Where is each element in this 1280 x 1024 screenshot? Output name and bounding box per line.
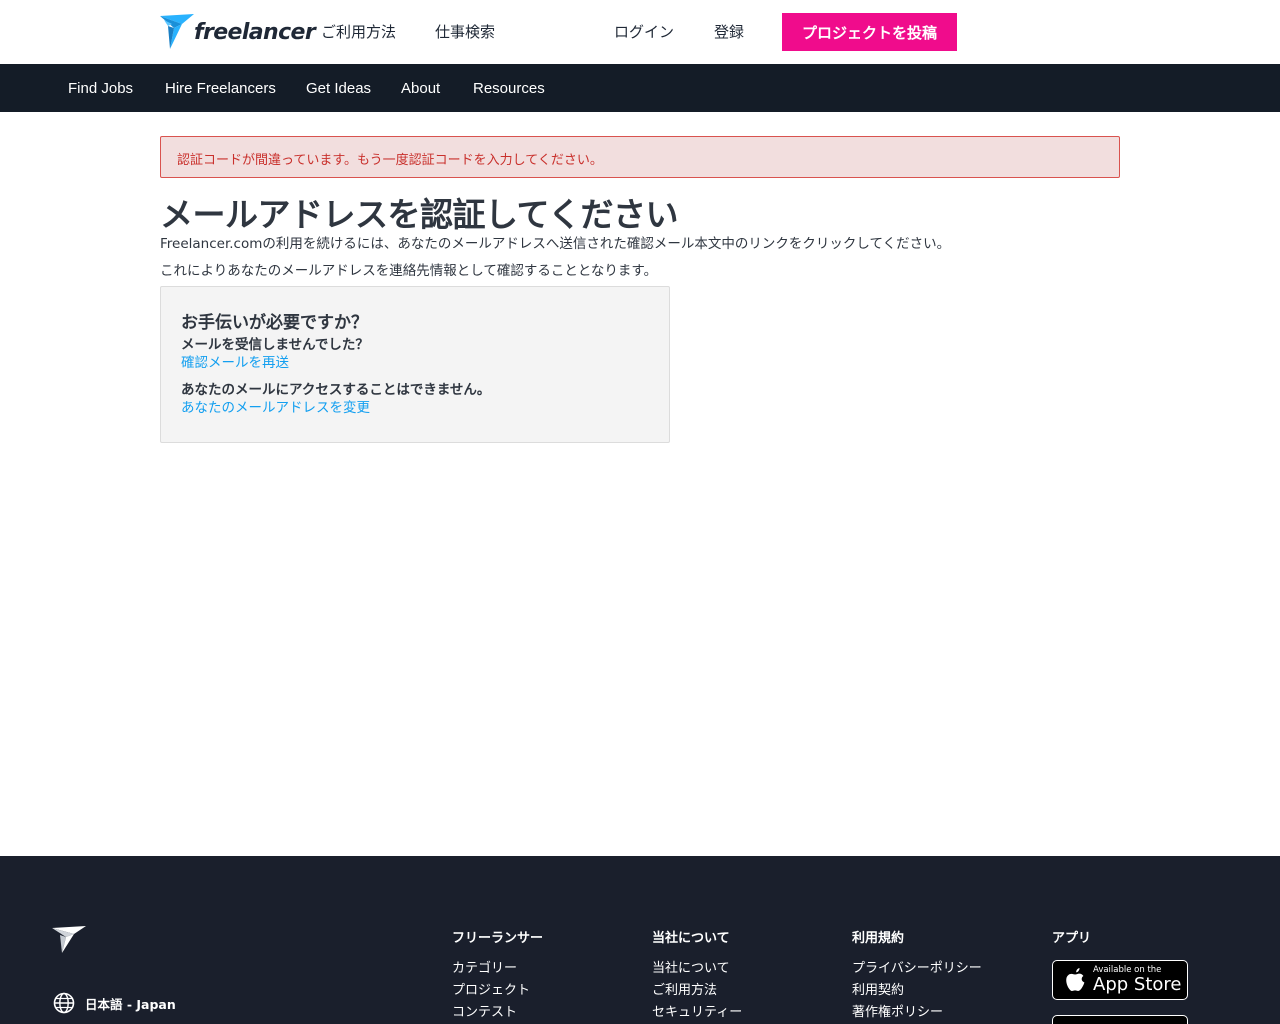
verification-note: これによりあなたのメールアドレスを連絡先情報として確認することとなります。 [160,263,658,279]
logo-text: freelancer [194,19,316,45]
help-title: お手伝いが必要ですか？ [181,313,368,333]
error-alert: 認証コードが間違っています。もう一度認証コードを入力してください。 [160,136,1120,178]
help-question-no-email: メールを受信しませんでした？ [181,337,369,353]
footer-link-how-it-works[interactable]: ご利用方法 [652,979,742,998]
footer-col-about: 当社について 当社について ご利用方法 セキュリティー [652,927,742,1020]
freelancer-logo-icon [52,926,86,953]
footer-heading: 利用規約 [852,931,905,946]
page-title: メールアドレスを認証してください [160,195,679,234]
footer-link-privacy[interactable]: プライバシーポリシー [852,957,982,976]
subnav-find-jobs[interactable]: Find Jobs [68,80,133,97]
footer: 日本語 - Japan フリーランサー カテゴリー プロジェクト コンテスト 当… [0,856,1280,1024]
help-box: お手伝いが必要ですか？ メールを受信しませんでした？ 確認メールを再送 あなたの… [160,286,670,443]
resend-email-link[interactable]: 確認メールを再送 [181,351,289,371]
language-label: 日本語 - Japan [85,996,176,1012]
subnav-get-ideas[interactable]: Get Ideas [306,80,371,97]
footer-col-terms: 利用規約 プライバシーポリシー 利用契約 著作権ポリシー [852,927,982,1020]
footer-link-copyright[interactable]: 著作権ポリシー [852,1001,982,1020]
footer-col-apps: アプリ [1052,927,1092,946]
freelancer-logo[interactable]: freelancer [160,14,316,50]
subnav-resources[interactable]: Resources [473,80,545,97]
subnav-about[interactable]: About [401,80,440,97]
apple-icon [1066,968,1085,992]
help-question-no-access: あなたのメールにアクセスすることはできません。 [181,382,491,398]
language-selector[interactable]: 日本語 - Japan [53,992,176,1014]
subnav-bar: Find Jobs Hire Freelancers Get Ideas Abo… [0,64,1280,112]
login-link[interactable]: ログイン [614,21,674,42]
footer-col-freelancer: フリーランサー カテゴリー プロジェクト コンテスト [452,927,544,1020]
freelancer-logo-icon [160,14,194,49]
footer-link-contests[interactable]: コンテスト [452,1001,543,1020]
app-store-text: Available on the App Store [1093,965,1181,995]
footer-link-about-us[interactable]: 当社について [652,957,742,976]
footer-heading: アプリ [1052,931,1092,946]
change-email-link[interactable]: あなたのメールアドレスを変更 [181,396,370,416]
top-header: freelancer ご利用方法 仕事検索 ログイン 登録 プロジェクトを投稿 [0,0,1280,64]
footer-link-security[interactable]: セキュリティー [652,1001,742,1020]
app-store-button[interactable]: Available on the App Store [1052,960,1188,1000]
signup-link[interactable]: 登録 [714,21,744,42]
google-play-button[interactable] [1052,1015,1188,1024]
footer-link-categories[interactable]: カテゴリー [452,957,543,976]
footer-heading: 当社について [652,931,730,946]
nav-browse-jobs[interactable]: 仕事検索 [435,21,495,42]
nav-how-it-works[interactable]: ご利用方法 [321,21,396,42]
globe-icon [53,992,75,1014]
subnav-hire-freelancers[interactable]: Hire Freelancers [165,80,276,97]
footer-heading: フリーランサー [452,931,544,946]
post-project-button[interactable]: プロジェクトを投稿 [782,13,957,51]
footer-link-user-agreement[interactable]: 利用契約 [852,979,982,998]
footer-link-projects[interactable]: プロジェクト [452,979,543,998]
app-store-label: App Store [1093,974,1182,995]
verification-description: Freelancer.comの利用を続けるには、あなたのメールアドレスへ送信され… [160,236,951,252]
